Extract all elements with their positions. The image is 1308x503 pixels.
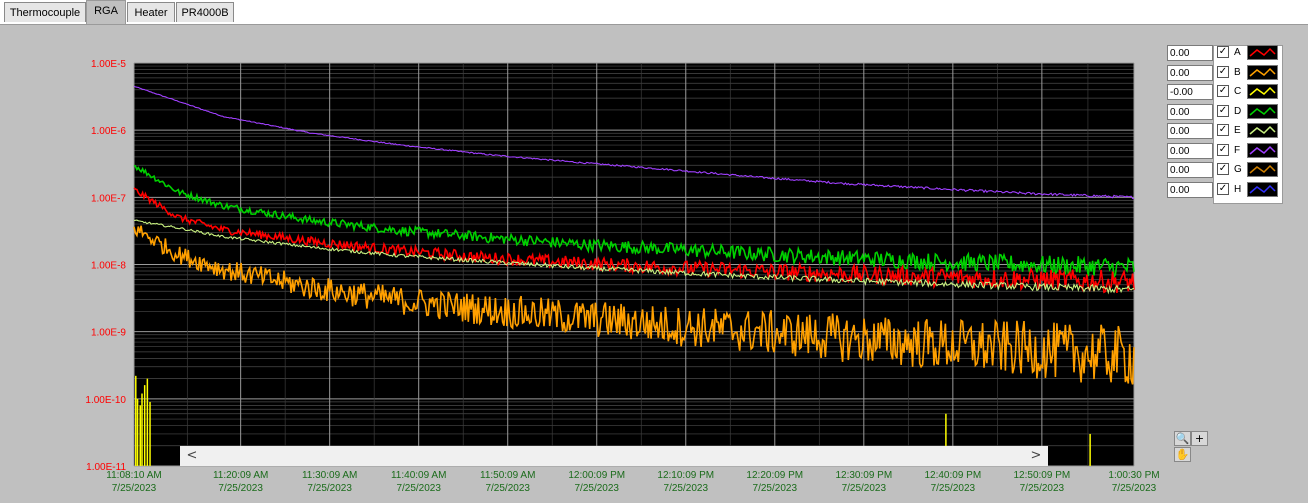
legend-checkbox[interactable]: ✓ [1217, 163, 1229, 175]
legend-value-field[interactable]: 0.00 [1167, 181, 1213, 198]
x-scrollbar[interactable]: < > [180, 446, 1048, 466]
x-tick-date: 7/25/2023 [574, 483, 619, 494]
x-tick-time: 12:40:09 PM [924, 470, 981, 481]
legend-label: C [1234, 86, 1242, 97]
x-tick-time: 12:50:09 PM [1014, 470, 1071, 481]
y-tick-label: 1.00E-10 [85, 395, 126, 406]
y-tick-label: 1.00E-7 [91, 193, 126, 204]
legend-plot-swatch[interactable] [1247, 162, 1278, 177]
legend-value-field[interactable]: 0.00 [1167, 103, 1213, 120]
legend-checkbox[interactable]: ✓ [1217, 85, 1229, 97]
legend-checkbox[interactable]: ✓ [1217, 46, 1229, 58]
legend-label: E [1234, 125, 1241, 136]
legend-plot-swatch[interactable] [1247, 103, 1278, 119]
x-tick-time: 11:50:09 AM [480, 470, 535, 481]
legend-value-field[interactable]: 0.00 [1167, 123, 1213, 139]
x-tick-date: 7/25/2023 [1020, 483, 1065, 494]
legend-item-e[interactable]: 0.00 ✓ E [1167, 123, 1308, 142]
legend-plot-swatch[interactable] [1247, 142, 1278, 158]
x-tick-time: 11:20:09 AM [213, 470, 268, 481]
zoom-icon[interactable]: 🔍 [1174, 431, 1191, 446]
legend-item-c[interactable]: -0.00 ✓ C [1167, 84, 1308, 103]
legend-value-field[interactable]: 0.00 [1167, 162, 1213, 178]
legend-item-h[interactable]: 0.00 ✓ H [1167, 181, 1308, 201]
crosshair-icon[interactable]: + [1191, 431, 1208, 446]
legend-label: D [1234, 105, 1242, 117]
scroll-left-arrow[interactable]: < [182, 446, 202, 466]
x-tick-date: 7/25/2023 [307, 483, 352, 494]
x-tick-time: 11:40:09 AM [391, 470, 446, 481]
legend-label: G [1234, 164, 1242, 175]
legend-item-b[interactable]: 0.00 ✓ B [1167, 64, 1308, 84]
legend-checkbox[interactable]: ✓ [1217, 104, 1229, 117]
legend-value-field[interactable]: 0.00 [1167, 45, 1213, 61]
x-tick-date: 7/25/2023 [218, 483, 263, 494]
legend-value-field[interactable]: 0.00 [1167, 142, 1213, 159]
scroll-right-arrow[interactable]: > [1026, 446, 1046, 466]
x-tick-date: 7/25/2023 [931, 483, 976, 494]
legend-value-field[interactable]: 0.00 [1167, 64, 1213, 81]
legend-plot-swatch[interactable] [1247, 84, 1278, 99]
hand-icon[interactable]: ✋ [1174, 447, 1191, 462]
legend-label: F [1234, 144, 1241, 156]
x-tick-time: 11:30:09 AM [302, 470, 357, 481]
legend-item-d[interactable]: 0.00 ✓ D [1167, 103, 1308, 123]
x-tick-date: 7/25/2023 [396, 483, 441, 494]
y-tick-label: 1.00E-9 [91, 328, 126, 339]
legend-checkbox[interactable]: ✓ [1217, 143, 1229, 156]
y-axis: 1.00E-5 1.00E-6 1.00E-7 1.00E-8 1.00E-9 1.00E… [85, 59, 126, 473]
legend-plot-swatch[interactable] [1247, 64, 1278, 80]
x-tick-time: 12:30:09 PM [835, 470, 892, 481]
x-tick-time: 12:00:09 PM [568, 470, 625, 481]
legend-checkbox[interactable]: ✓ [1217, 65, 1229, 78]
x-tick-time: 11:08:10 AM [106, 470, 161, 481]
legend-label: B [1234, 66, 1241, 78]
legend-checkbox[interactable]: ✓ [1217, 124, 1229, 136]
rga-pressure-chart: 1.00E-5 1.00E-6 1.00E-7 1.00E-8 1.00E-9 1.00E… [85, 59, 1159, 494]
legend-plot-swatch[interactable] [1247, 45, 1278, 60]
y-tick-label: 1.00E-8 [91, 261, 126, 272]
x-tick-date: 7/25/2023 [753, 483, 798, 494]
graph-palette: 🔍 + ✋ [1172, 430, 1210, 464]
y-tick-label: 1.00E-5 [91, 59, 126, 70]
x-tick-date: 7/25/2023 [664, 483, 709, 494]
legend-item-a[interactable]: 0.00 ✓ A [1167, 45, 1308, 64]
legend-checkbox[interactable]: ✓ [1217, 182, 1229, 195]
x-tick-time: 1:00:30 PM [1108, 470, 1159, 481]
y-tick-label: 1.00E-6 [91, 126, 126, 137]
legend-value-field[interactable]: -0.00 [1167, 84, 1213, 100]
legend-plot-swatch[interactable] [1247, 181, 1278, 197]
x-tick-date: 7/25/2023 [1112, 483, 1157, 494]
legend-label: H [1234, 183, 1242, 195]
x-tick-date: 7/25/2023 [112, 483, 157, 494]
legend-item-g[interactable]: 0.00 ✓ G [1167, 162, 1308, 181]
legend-item-f[interactable]: 0.00 ✓ F [1167, 142, 1308, 162]
x-tick-time: 12:10:09 PM [657, 470, 714, 481]
x-axis: 11:08:10 AM 7/25/2023 11:20:09 AM 7/25/2023… [106, 470, 1159, 494]
x-tick-time: 12:20:09 PM [746, 470, 803, 481]
x-tick-date: 7/25/2023 [485, 483, 530, 494]
x-tick-date: 7/25/2023 [842, 483, 887, 494]
legend-label: A [1234, 47, 1241, 58]
legend-plot-swatch[interactable] [1247, 123, 1278, 138]
